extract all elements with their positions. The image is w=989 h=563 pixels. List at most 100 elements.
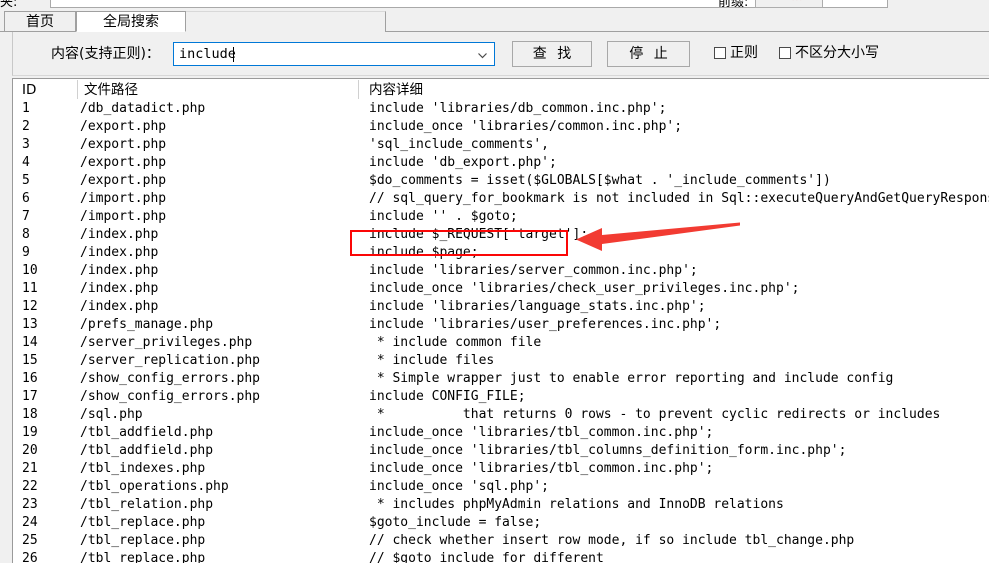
cell-file-path: /export.php bbox=[80, 137, 167, 152]
cell-content-detail: include_once 'libraries/tbl_columns_defi… bbox=[369, 443, 847, 458]
cell-id: 7 bbox=[22, 209, 30, 224]
table-row[interactable]: 24/tbl_replace.php $goto_include = false; bbox=[13, 514, 989, 532]
cell-file-path: /tbl_replace.php bbox=[80, 551, 206, 563]
cell-file-path: /index.php bbox=[80, 299, 159, 314]
cell-id: 26 bbox=[22, 551, 38, 563]
cell-content-detail: $goto_include = false; bbox=[369, 515, 542, 530]
cell-file-path: /index.php bbox=[80, 245, 159, 260]
table-row[interactable]: 3/export.php 'sql_include_comments', bbox=[13, 136, 989, 154]
tab-global-search[interactable]: 全局搜索 bbox=[76, 11, 186, 32]
cell-file-path: /sql.php bbox=[80, 407, 143, 422]
cell-id: 15 bbox=[22, 353, 38, 368]
cell-content-detail: include $page; bbox=[369, 245, 479, 260]
table-row[interactable]: 26/tbl_replace.php // $goto_include for d… bbox=[13, 550, 989, 563]
cell-file-path: /server_privileges.php bbox=[80, 335, 253, 350]
search-input[interactable]: include bbox=[179, 46, 236, 63]
table-row[interactable]: 23/tbl_relation.php * includes phpMyAdmi… bbox=[13, 496, 989, 514]
cell-file-path: /tbl_replace.php bbox=[80, 515, 206, 530]
cell-content-detail: include 'db_export.php'; bbox=[369, 155, 557, 170]
chevron-down-icon[interactable] bbox=[477, 50, 488, 61]
cell-file-path: /export.php bbox=[80, 155, 167, 170]
cell-file-path: /tbl_indexes.php bbox=[80, 461, 206, 476]
cell-file-path: /tbl_addfield.php bbox=[80, 425, 214, 440]
table-row[interactable]: 8/index.php include $_REQUEST['target']; bbox=[13, 226, 989, 244]
search-toolbar: 内容(支持正则)： include 查 找 停 止 正则 不区分大小写 bbox=[12, 32, 989, 76]
cell-id: 13 bbox=[22, 317, 38, 332]
checkbox-box-case[interactable] bbox=[779, 47, 791, 59]
cell-content-detail: include 'libraries/server_common.inc.php… bbox=[369, 263, 698, 278]
table-row[interactable]: 1/db_datadict.php include 'libraries/db_c… bbox=[13, 100, 989, 118]
checkbox-box-regex[interactable] bbox=[714, 47, 726, 59]
table-row[interactable]: 5/export.php $do_comments = isset($GLOBAL… bbox=[13, 172, 989, 190]
table-row[interactable]: 21/tbl_indexes.php include_once 'librarie… bbox=[13, 460, 989, 478]
prefix-label: 前缀: bbox=[718, 0, 749, 10]
cell-id: 18 bbox=[22, 407, 38, 422]
cell-id: 17 bbox=[22, 389, 38, 404]
cell-id: 22 bbox=[22, 479, 38, 494]
cell-id: 9 bbox=[22, 245, 30, 260]
cell-content-detail: * that returns 0 rows - to prevent cycli… bbox=[369, 407, 941, 422]
cell-file-path: /index.php bbox=[80, 281, 159, 296]
cell-file-path: /show_config_errors.php bbox=[80, 389, 261, 404]
cell-id: 6 bbox=[22, 191, 30, 206]
cell-content-detail: 'sql_include_comments', bbox=[369, 137, 550, 152]
table-row[interactable]: 7/import.php include '' . $goto; bbox=[13, 208, 989, 226]
cell-file-path: /server_replication.php bbox=[80, 353, 261, 368]
cell-id: 25 bbox=[22, 533, 38, 548]
column-header-id[interactable]: ID bbox=[22, 81, 36, 99]
table-row[interactable]: 15/server_replication.php * include file… bbox=[13, 352, 989, 370]
cell-id: 4 bbox=[22, 155, 30, 170]
cropped-top-toolbar: 夹: 前缀: 前缀 bbox=[0, 0, 989, 11]
global-search-window: 夹: 前缀: 前缀 首页 全局搜索 内容(支持正则)： include 查 找 … bbox=[0, 0, 989, 563]
cell-file-path: /tbl_relation.php bbox=[80, 497, 214, 512]
cell-content-detail: include_once 'libraries/tbl_common.inc.p… bbox=[369, 461, 714, 476]
table-row[interactable]: 11/index.php include_once 'libraries/chec… bbox=[13, 280, 989, 298]
cell-file-path: /import.php bbox=[80, 209, 167, 224]
table-row[interactable]: 20/tbl_addfield.php include_once 'librari… bbox=[13, 442, 989, 460]
table-row[interactable]: 22/tbl_operations.php include_once 'sql.p… bbox=[13, 478, 989, 496]
cell-id: 1 bbox=[22, 101, 30, 116]
cell-content-detail: include 'libraries/language_stats.inc.ph… bbox=[369, 299, 706, 314]
table-row[interactable]: 16/show_config_errors.php * Simple wrapp… bbox=[13, 370, 989, 388]
search-results-grid[interactable]: ID 文件路径 内容详细 1/db_datadict.php include 'l… bbox=[12, 78, 989, 563]
column-divider-1[interactable] bbox=[77, 80, 78, 99]
cell-file-path: /import.php bbox=[80, 191, 167, 206]
table-row[interactable]: 13/prefs_manage.php include 'libraries/us… bbox=[13, 316, 989, 334]
case-insensitive-checkbox[interactable]: 不区分大小写 bbox=[779, 45, 879, 61]
prefix-button[interactable]: 前缀 bbox=[755, 0, 823, 8]
column-header-path[interactable]: 文件路径 bbox=[84, 81, 138, 99]
cell-id: 2 bbox=[22, 119, 30, 134]
table-row[interactable]: 14/server_privileges.php * include commo… bbox=[13, 334, 989, 352]
table-row[interactable]: 2/export.php include_once 'libraries/comm… bbox=[13, 118, 989, 136]
cell-content-detail: // check whether insert row mode, if so … bbox=[369, 533, 855, 548]
cell-id: 24 bbox=[22, 515, 38, 530]
cell-content-detail: include '' . $goto; bbox=[369, 209, 518, 224]
cell-id: 19 bbox=[22, 425, 38, 440]
regex-checkbox[interactable]: 正则 bbox=[714, 45, 758, 61]
tab-home[interactable]: 首页 bbox=[4, 11, 76, 32]
table-row[interactable]: 18/sql.php * that returns 0 rows - to pr… bbox=[13, 406, 989, 424]
cell-id: 8 bbox=[22, 227, 30, 242]
table-row[interactable]: 4/export.php include 'db_export.php'; bbox=[13, 154, 989, 172]
cell-content-detail: include 'libraries/db_common.inc.php'; bbox=[369, 101, 667, 116]
table-row[interactable]: 10/index.php include 'libraries/server_co… bbox=[13, 262, 989, 280]
cell-file-path: /tbl_replace.php bbox=[80, 533, 206, 548]
table-row[interactable]: 12/index.php include 'libraries/language_… bbox=[13, 298, 989, 316]
table-row[interactable]: 9/index.php include $page; bbox=[13, 244, 989, 262]
table-row[interactable]: 6/import.php // sql_query_for_bookmark is… bbox=[13, 190, 989, 208]
column-header-detail[interactable]: 内容详细 bbox=[369, 81, 423, 99]
cell-content-detail: * include files bbox=[369, 353, 495, 368]
cell-file-path: /index.php bbox=[80, 263, 159, 278]
table-row[interactable]: 17/show_config_errors.php include CONFIG_… bbox=[13, 388, 989, 406]
search-content-combobox[interactable]: include bbox=[173, 42, 495, 66]
cell-content-detail: $do_comments = isset($GLOBALS[$what . '_… bbox=[369, 173, 831, 188]
stop-button[interactable]: 停 止 bbox=[607, 41, 690, 67]
find-button[interactable]: 查 找 bbox=[512, 41, 592, 67]
table-row[interactable]: 19/tbl_addfield.php include_once 'librari… bbox=[13, 424, 989, 442]
cell-file-path: /tbl_operations.php bbox=[80, 479, 229, 494]
table-row[interactable]: 25/tbl_replace.php // check whether inser… bbox=[13, 532, 989, 550]
column-divider-2[interactable] bbox=[358, 80, 359, 99]
cell-id: 16 bbox=[22, 371, 38, 386]
content-label: 内容(支持正则)： bbox=[51, 46, 160, 62]
cell-file-path: /prefs_manage.php bbox=[80, 317, 214, 332]
